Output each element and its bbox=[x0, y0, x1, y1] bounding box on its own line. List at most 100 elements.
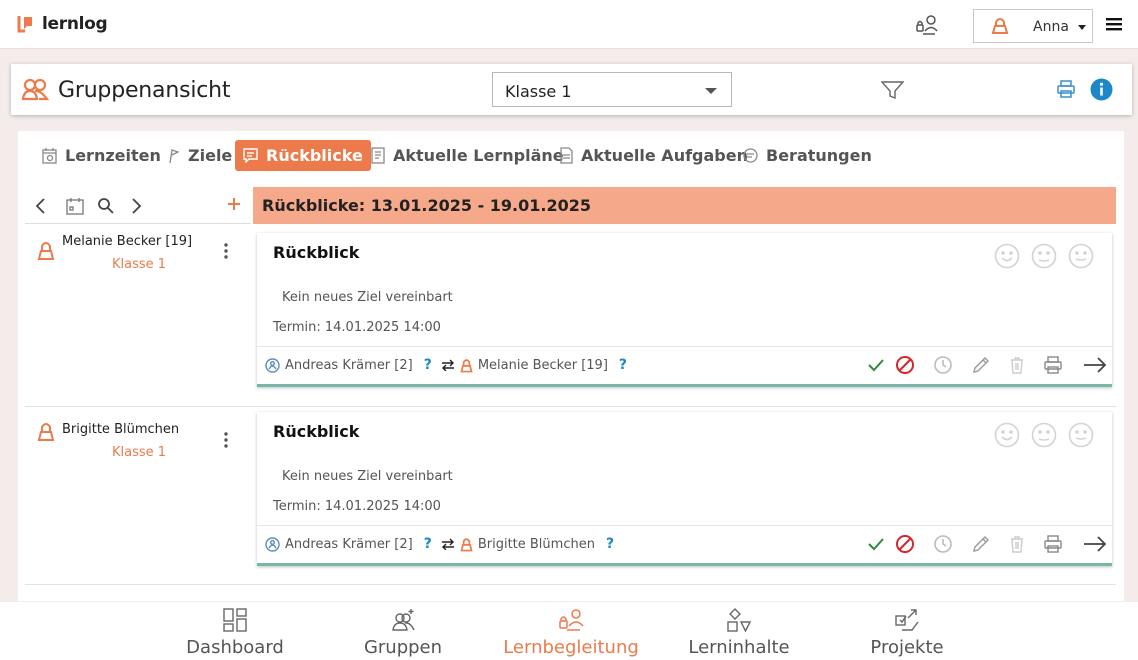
student-switch-icon[interactable] bbox=[914, 13, 940, 37]
teacher-name: Andreas Krämer [2] bbox=[285, 536, 413, 552]
learning-support-icon bbox=[559, 609, 584, 631]
nav-lernbegleitung[interactable]: Lernbegleitung bbox=[501, 608, 641, 658]
nav-lerninhalte[interactable]: Lerninhalte bbox=[669, 608, 809, 658]
card-footer: Andreas Krämer [2] ? Brigitte Blümchen ? bbox=[257, 525, 1112, 563]
flag-icon bbox=[169, 148, 180, 163]
nav-dashboard[interactable]: Dashboard bbox=[165, 608, 305, 658]
range-title: Rückblicke: 13.01.2025 - 19.01.2025 bbox=[262, 196, 591, 215]
check-icon[interactable] bbox=[867, 535, 885, 553]
card-title: Rückblick bbox=[273, 243, 360, 262]
chevron-left-icon[interactable] bbox=[34, 197, 46, 215]
teacher-icon bbox=[265, 536, 280, 552]
card-footer: Andreas Krämer [2] ? Melanie Becker [19]… bbox=[257, 346, 1112, 384]
calendar-icon[interactable] bbox=[66, 197, 84, 215]
check-icon[interactable] bbox=[867, 356, 885, 374]
top-bar: lernlog Anna bbox=[0, 0, 1138, 49]
learner-name: Brigitte Blümchen bbox=[477, 536, 595, 552]
clock-icon[interactable] bbox=[933, 534, 953, 554]
search-icon[interactable] bbox=[97, 197, 114, 214]
student-name[interactable]: Brigitte Blümchen bbox=[62, 422, 179, 437]
info-icon[interactable] bbox=[1090, 78, 1113, 101]
more-vertical-icon[interactable] bbox=[223, 243, 229, 259]
student-class: Klasse 1 bbox=[112, 445, 167, 460]
filter-icon[interactable] bbox=[881, 81, 904, 100]
smiley-neutral-icon[interactable] bbox=[1031, 422, 1057, 448]
edit-icon[interactable] bbox=[971, 355, 991, 375]
chevron-right-icon[interactable] bbox=[131, 197, 143, 215]
add-icon[interactable] bbox=[227, 197, 241, 211]
learner-icon bbox=[37, 240, 55, 261]
nav-gruppen[interactable]: Gruppen bbox=[333, 608, 473, 658]
main-panel: Lernzeiten Ziele Rückblicke Aktuelle Ler… bbox=[18, 131, 1124, 601]
teacher-name: Andreas Krämer [2] bbox=[285, 357, 413, 373]
app-logo[interactable]: lernlog bbox=[17, 14, 108, 34]
student-name[interactable]: Melanie Becker [19] bbox=[62, 234, 192, 249]
learning-content-icon bbox=[727, 608, 752, 632]
plan-icon bbox=[371, 147, 385, 164]
goal-text: Kein neues Ziel vereinbart bbox=[282, 469, 453, 484]
lernlog-logo-icon bbox=[17, 16, 32, 33]
print-icon[interactable] bbox=[1056, 79, 1076, 99]
learner-status: ? bbox=[618, 357, 628, 373]
smiley-sad-icon[interactable] bbox=[1068, 243, 1094, 269]
nav-label: Projekte bbox=[870, 637, 944, 658]
delete-icon[interactable] bbox=[1009, 535, 1025, 553]
page-header: Gruppenansicht Klasse 1 bbox=[11, 64, 1132, 115]
bottom-nav: Dashboard Gruppen Lernbegleitung Lerninh… bbox=[0, 601, 1138, 660]
delete-icon[interactable] bbox=[1009, 356, 1025, 374]
card-actions bbox=[867, 355, 1117, 375]
tab-label: Rückblicke bbox=[266, 146, 363, 165]
print-icon[interactable] bbox=[1043, 355, 1063, 375]
reject-icon[interactable] bbox=[895, 534, 915, 554]
more-vertical-icon[interactable] bbox=[223, 432, 229, 448]
group-icon bbox=[392, 609, 415, 631]
list-item: Melanie Becker [19] Klasse 1 Rückblick K… bbox=[25, 229, 1116, 407]
learner-icon bbox=[460, 537, 473, 551]
review-icon bbox=[243, 148, 258, 163]
nav-label: Lernbegleitung bbox=[503, 637, 639, 658]
group-icon bbox=[21, 77, 49, 103]
smiley-happy-icon[interactable] bbox=[994, 422, 1020, 448]
class-select-value: Klasse 1 bbox=[505, 82, 572, 101]
print-icon[interactable] bbox=[1043, 534, 1063, 554]
hamburger-icon[interactable] bbox=[1106, 17, 1122, 31]
nav-projekte[interactable]: Projekte bbox=[837, 608, 977, 658]
learner-name: Melanie Becker [19] bbox=[477, 357, 608, 373]
reject-icon[interactable] bbox=[895, 355, 915, 375]
tab-aktuelle-aufgaben[interactable]: Aktuelle Aufgaben bbox=[552, 140, 756, 171]
date-nav-bar bbox=[25, 187, 251, 224]
smiley-sad-icon[interactable] bbox=[1068, 422, 1094, 448]
class-select[interactable]: Klasse 1 bbox=[492, 72, 732, 107]
clock-icon[interactable] bbox=[933, 355, 953, 375]
dashboard-icon bbox=[223, 608, 247, 632]
tab-bar: Lernzeiten Ziele Rückblicke Aktuelle Ler… bbox=[18, 140, 1124, 172]
tab-aktuelle-lernplaene[interactable]: Aktuelle Lernpläne bbox=[363, 140, 572, 171]
learner-status: ? bbox=[605, 536, 615, 552]
swap-icon bbox=[441, 538, 454, 550]
rating-group bbox=[994, 422, 1094, 448]
rating-group bbox=[994, 243, 1094, 269]
smiley-happy-icon[interactable] bbox=[994, 243, 1020, 269]
smiley-neutral-icon[interactable] bbox=[1031, 243, 1057, 269]
user-menu[interactable]: Anna bbox=[973, 9, 1093, 43]
tab-rueckblicke[interactable]: Rückblicke bbox=[235, 140, 371, 171]
swap-icon bbox=[441, 359, 454, 371]
card-actions bbox=[867, 534, 1117, 554]
arrow-right-icon[interactable] bbox=[1083, 535, 1107, 553]
tab-ziele[interactable]: Ziele bbox=[159, 140, 240, 171]
tab-lernzeiten[interactable]: Lernzeiten bbox=[34, 140, 169, 171]
caret-down-icon bbox=[1078, 25, 1086, 30]
student-class: Klasse 1 bbox=[112, 257, 167, 272]
consultation-icon bbox=[743, 148, 758, 163]
arrow-right-icon[interactable] bbox=[1083, 356, 1107, 374]
termin-text: Termin: 14.01.2025 14:00 bbox=[273, 499, 441, 514]
list-item: Brigitte Blümchen Klasse 1 Rückblick Kei… bbox=[25, 407, 1116, 585]
teacher-status: ? bbox=[423, 357, 432, 373]
edit-icon[interactable] bbox=[971, 534, 991, 554]
tab-beratungen[interactable]: Beratungen bbox=[735, 140, 880, 171]
user-name: Anna bbox=[1033, 19, 1069, 35]
participants: Andreas Krämer [2] ? Melanie Becker [19]… bbox=[265, 357, 631, 373]
page-title: Gruppenansicht bbox=[58, 78, 231, 103]
goal-text: Kein neues Ziel vereinbart bbox=[282, 290, 453, 305]
chevron-down-icon bbox=[705, 88, 717, 94]
